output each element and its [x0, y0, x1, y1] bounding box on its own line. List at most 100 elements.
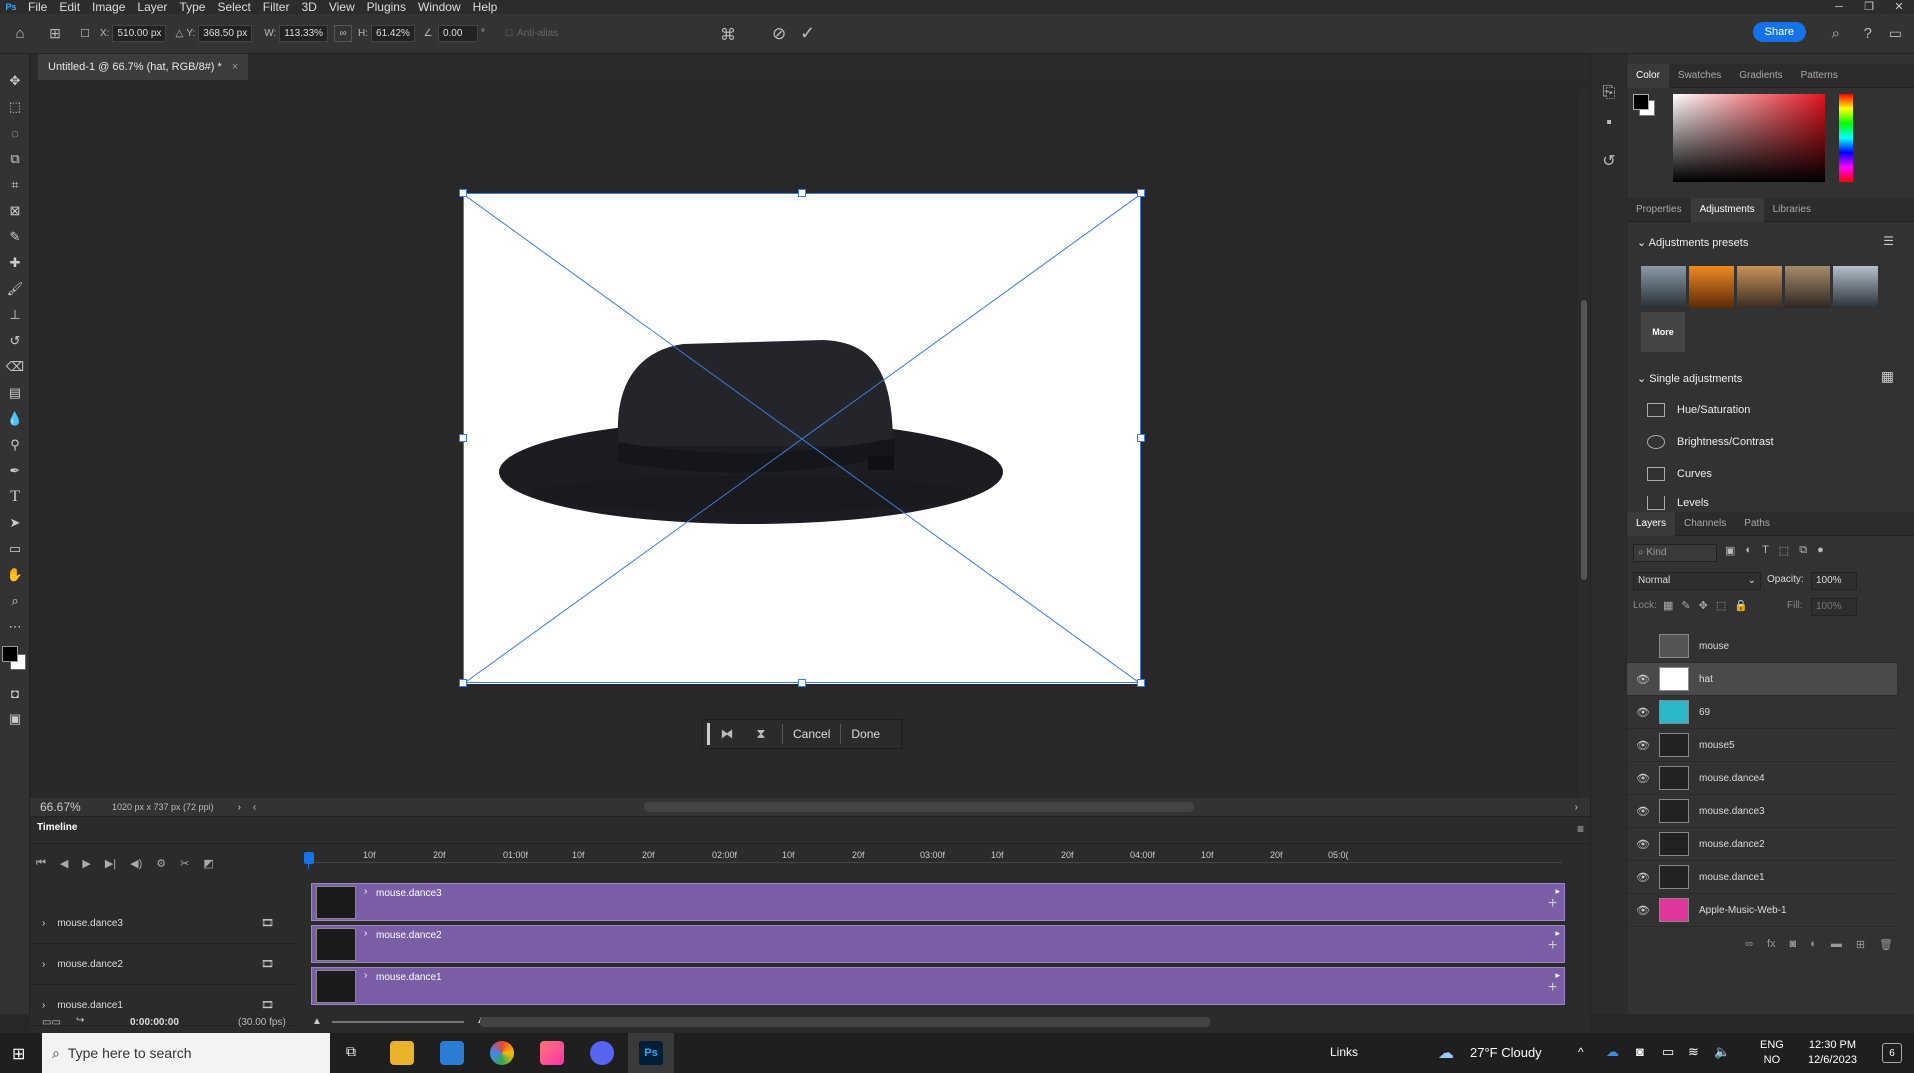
search-icon[interactable]: ⌕ [1832, 25, 1840, 42]
eyedropper-tool-icon[interactable]: ✎ [0, 224, 30, 250]
menu-plugins[interactable]: Plugins [361, 0, 412, 14]
color-swatches[interactable] [0, 640, 29, 680]
preset-thumbnail[interactable] [1689, 266, 1734, 308]
timeline-clip[interactable]: › mouse.dance2 ▸ [311, 925, 1565, 963]
visibility-eye-icon[interactable]: 👁 [1627, 904, 1659, 917]
preset-thumbnail[interactable] [1785, 266, 1830, 308]
time-ruler[interactable]: 10f 20f 01:00f 10f 20f 02:00f 10f 20f 03… [308, 850, 1562, 868]
tab-libraries[interactable]: Libraries [1764, 198, 1820, 222]
y-input[interactable]: 368.50 px [198, 25, 253, 42]
filter-type-icon[interactable]: T [1762, 544, 1769, 557]
vscode-icon[interactable] [440, 1041, 464, 1065]
tab-properties[interactable]: Properties [1627, 198, 1691, 222]
windows-start-icon[interactable]: ⊞ [12, 1044, 25, 1064]
close-icon[interactable]: ✕ [1884, 0, 1914, 14]
expand-icon[interactable]: › [42, 918, 45, 929]
timeline-menu-icon[interactable]: ≡ [1577, 822, 1584, 836]
task-view-icon[interactable]: ⧉ [346, 1043, 356, 1060]
transition-icon[interactable]: ◩ [203, 857, 213, 870]
preset-thumbnail[interactable] [1737, 266, 1782, 308]
filter-pixel-icon[interactable]: ▣ [1725, 544, 1735, 557]
frame-tool-icon[interactable]: ⊠ [0, 198, 30, 224]
eraser-tool-icon[interactable]: ⌫ [0, 354, 30, 380]
track-row[interactable]: › mouse.dance3 🎞 [30, 904, 298, 944]
move-tool-icon[interactable]: ✥ [0, 68, 30, 94]
filter-shape-icon[interactable]: ⬚ [1779, 544, 1789, 557]
lock-transparent-icon[interactable]: ▦ [1663, 599, 1673, 612]
next-frame-icon[interactable]: ▶| [105, 857, 116, 870]
menu-window[interactable]: Window [412, 0, 467, 14]
tab-color[interactable]: Color [1627, 63, 1669, 88]
checkbox-icon[interactable]: ☐ [70, 27, 100, 40]
track-row[interactable]: › mouse.dance2 🎞 [30, 945, 298, 985]
playhead[interactable] [304, 852, 314, 864]
tab-patterns[interactable]: Patterns [1792, 64, 1847, 88]
foreground-swatch[interactable] [1633, 94, 1649, 110]
curves-item[interactable]: Curves [1647, 462, 1712, 486]
split-icon[interactable]: ✂ [180, 857, 189, 870]
app-icon[interactable] [540, 1041, 564, 1065]
filter-smart-icon[interactable]: ⧉ [1799, 544, 1807, 557]
reference-point-icon[interactable]: ⊞ [40, 25, 70, 42]
tab-gradients[interactable]: Gradients [1730, 64, 1791, 88]
filter-kind-select[interactable]: ⌕ Kind [1633, 544, 1717, 562]
convert-icon[interactable]: ↪ [76, 1015, 84, 1026]
tab-swatches[interactable]: Swatches [1669, 64, 1730, 88]
menu-filter[interactable]: Filter [257, 0, 296, 14]
lock-pixels-icon[interactable]: ✎ [1681, 599, 1690, 612]
healing-tool-icon[interactable]: ✚ [0, 250, 30, 276]
weather-text[interactable]: 27°F Cloudy [1470, 1045, 1542, 1060]
notification-center[interactable]: 6 [1882, 1043, 1902, 1063]
tab-channels[interactable]: Channels [1675, 512, 1735, 536]
pen-tool-icon[interactable]: ✒ [0, 458, 30, 484]
menu-3d[interactable]: 3D [295, 0, 322, 14]
rectangle-tool-icon[interactable]: ▭ [0, 536, 30, 562]
fill-input[interactable]: 100% [1811, 598, 1857, 616]
color-field[interactable] [1673, 94, 1825, 182]
restore-icon[interactable]: ❐ [1854, 0, 1884, 14]
stamp-tool-icon[interactable]: ⊥ [0, 302, 30, 328]
more-presets-button[interactable]: More [1641, 312, 1685, 352]
zoom-tool-icon[interactable]: ⌕ [0, 588, 30, 614]
clock[interactable]: 12:30 PM 12/6/2023 [1808, 1038, 1857, 1068]
done-button[interactable]: Done [845, 727, 886, 741]
quick-mask-icon[interactable]: ◘ [0, 680, 30, 706]
layer-row[interactable]: 👁 mouse.dance2 [1627, 828, 1897, 861]
taskbar-search[interactable]: ⌕ Type here to search [42, 1033, 330, 1073]
links-toolbar[interactable]: Links [1330, 1045, 1358, 1059]
brightness-contrast-item[interactable]: Brightness/Contrast [1647, 430, 1774, 454]
gradient-tool-icon[interactable]: ▤ [0, 380, 30, 406]
dodge-tool-icon[interactable]: ⚲ [0, 432, 30, 458]
document-canvas[interactable] [463, 194, 1141, 684]
menu-layer[interactable]: Layer [131, 0, 173, 14]
horizontal-scrollbar[interactable] [644, 802, 1194, 812]
marquee-tool-icon[interactable]: ⬚ [0, 94, 30, 120]
lock-position-icon[interactable]: ✥ [1699, 599, 1708, 612]
tab-adjustments[interactable]: Adjustments [1690, 197, 1764, 222]
tab-layers[interactable]: Layers [1627, 511, 1676, 536]
fx-icon[interactable]: fx [1767, 938, 1776, 958]
antialias-checkbox[interactable]: ☐ Anti-alias [505, 28, 558, 39]
brush-tool-icon[interactable]: 🖌 [0, 276, 30, 302]
new-layer-icon[interactable]: ⊞ [1856, 938, 1865, 958]
filter-adjustment-icon[interactable]: ◐ [1745, 544, 1752, 557]
canvas-area[interactable] [30, 80, 1590, 798]
chrome-icon[interactable] [490, 1041, 514, 1065]
film-icon[interactable]: 🎞 [261, 918, 274, 929]
first-frame-icon[interactable]: ⏮ [36, 857, 46, 870]
zoom-slider[interactable] [332, 1021, 464, 1023]
h-input[interactable]: 61.42% [371, 25, 415, 42]
list-view-icon[interactable]: ☰ [1883, 234, 1894, 248]
lock-all-icon[interactable]: 🔒 [1734, 599, 1748, 612]
layer-row[interactable]: 👁 mouse.dance3 [1627, 795, 1897, 828]
home-icon[interactable]: ⌂ [0, 25, 40, 42]
angle-input[interactable]: 0.00 [437, 25, 478, 42]
menu-view[interactable]: View [323, 0, 361, 14]
crop-tool-icon[interactable]: ⌗ [0, 172, 30, 198]
delete-layer-icon[interactable]: 🗑 [1879, 938, 1893, 958]
new-adjustment-icon[interactable]: ◐ [1810, 938, 1817, 958]
history-icon[interactable]: ⎘ [1591, 78, 1627, 108]
volume-icon[interactable]: 🔈 [1714, 1044, 1730, 1060]
actions-icon[interactable]: ↺ [1591, 146, 1627, 176]
commit-transform-icon[interactable]: ✓ [800, 23, 815, 44]
